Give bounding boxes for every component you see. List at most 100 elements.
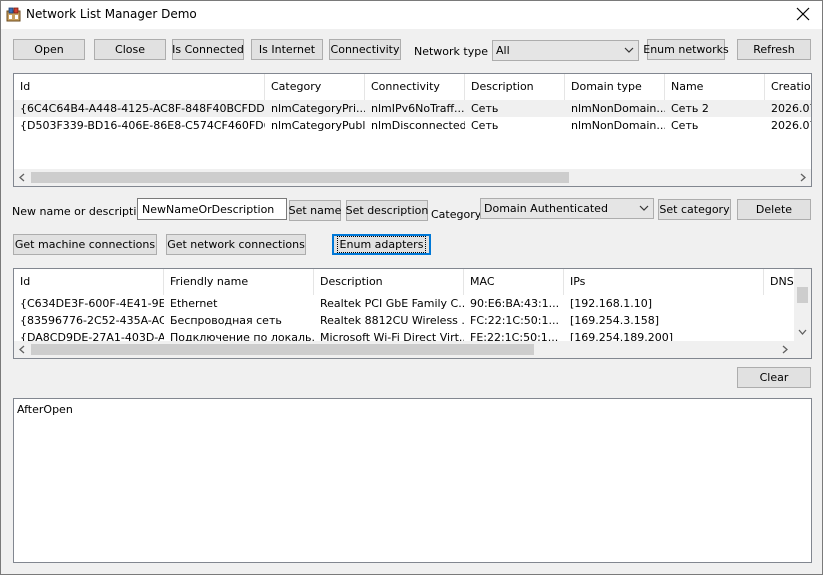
column-header[interactable]: Domain type [565,74,665,100]
set-name-button[interactable]: Set name [289,200,341,221]
open-button[interactable]: Open [13,39,85,60]
name-input-value: NewNameOrDescription [142,203,275,216]
column-header[interactable]: Category [265,74,365,100]
column-header[interactable]: IPs [564,269,764,295]
chevron-down-icon [624,47,634,53]
table-cell: {6C4C64B4-A448-4125-AC8F-848F40BCFDD2} [20,102,265,115]
column-header[interactable]: Creation [765,74,811,100]
table-cell: Сеть 2 [671,102,709,115]
table-cell: Realtek 8812CU Wireless ... [320,314,464,327]
close-window-icon[interactable] [792,3,814,25]
set-name-label: Set name [288,204,342,217]
table-row[interactable]: {83596776-2C52-435A-AC... Беспроводная с… [14,312,811,329]
column-header[interactable]: DNS [764,269,794,295]
networks-header: Id Category Connectivity Description Dom… [14,74,811,100]
delete-label: Delete [755,203,793,216]
category-select[interactable]: Domain Authenticated [480,198,654,219]
table-row[interactable]: {C634DE3F-600F-4E41-9E... Ethernet Realt… [14,295,811,312]
scroll-left-icon[interactable] [18,173,26,182]
table-cell: nlmNonDomain... [571,119,665,132]
delete-button[interactable]: Delete [737,199,811,220]
networks-listview[interactable]: Id Category Connectivity Description Dom… [13,73,812,187]
get-network-connections-button[interactable]: Get network connections [166,234,306,255]
is-internet-label: Is Internet [258,43,316,56]
table-row[interactable]: {D503F339-BD16-406E-86E8-C574CF460FD6} n… [14,117,811,134]
column-header[interactable]: Connectivity [365,74,465,100]
scroll-thumb[interactable] [31,172,569,183]
table-cell: {C634DE3F-600F-4E41-9E... [20,297,164,310]
column-header[interactable]: Description [465,74,565,100]
enum-networks-button[interactable]: Enum networks [643,39,729,60]
table-cell: nlmCategoryPublic [271,119,365,132]
enum-adapters-label: Enum adapters [336,236,427,253]
get-machine-connections-label: Get machine connections [14,238,156,251]
column-header[interactable]: Name [665,74,765,100]
enum-networks-label: Enum networks [643,43,729,56]
horizontal-scrollbar[interactable] [14,341,794,358]
network-type-value: All [496,44,510,57]
adapters-listview[interactable]: Id Friendly name Description MAC IPs DNS… [13,268,812,359]
open-button-label: Open [34,43,64,56]
category-label: Category [431,208,482,221]
category-value: Domain Authenticated [484,202,608,215]
set-description-button[interactable]: Set description [346,200,428,221]
table-cell: nlmDisconnected [371,119,465,132]
table-cell: Ethernet [170,297,218,310]
table-cell: 2026.07 [771,102,812,115]
table-cell: Сеть [471,102,499,115]
column-header[interactable]: MAC [464,269,564,295]
app-icon [6,7,21,22]
table-row[interactable]: {6C4C64B4-A448-4125-AC8F-848F40BCFDD2} n… [14,100,811,117]
connectivity-button[interactable]: Connectivity [329,39,401,60]
column-header[interactable]: Id [14,74,265,100]
refresh-label: Refresh [753,43,795,56]
scroll-thumb[interactable] [31,344,534,355]
table-cell: nlmIPv6NoTraff... [371,102,465,115]
main-window: Network List Manager Demo Open Close Is … [0,0,823,575]
clear-label: Clear [759,371,789,384]
is-internet-button[interactable]: Is Internet [251,39,323,60]
vertical-scrollbar[interactable] [794,269,811,341]
name-input[interactable]: NewNameOrDescription [137,198,287,220]
table-cell: {83596776-2C52-435A-AC... [20,314,164,327]
is-connected-button[interactable]: Is Connected [172,39,244,60]
get-network-connections-label: Get network connections [167,238,305,251]
network-type-select[interactable]: All [492,40,639,61]
table-cell: nlmCategoryPri... [271,102,365,115]
column-header[interactable]: Description [314,269,464,295]
chevron-down-icon [639,205,649,211]
set-category-label: Set category [659,203,730,216]
set-description-label: Set description [345,204,429,217]
table-cell: FC:22:1C:50:1... [470,314,559,327]
scroll-thumb[interactable] [797,287,808,303]
clear-button[interactable]: Clear [737,367,811,388]
close-button-label: Close [115,43,145,56]
table-cell: Realtek PCI GbE Family C... [320,297,464,310]
table-cell: [169.254.3.158] [570,314,660,327]
set-category-button[interactable]: Set category [658,199,731,220]
column-header[interactable]: Id [14,269,164,295]
scroll-left-icon[interactable] [18,345,26,354]
enum-adapters-button[interactable]: Enum adapters [332,234,431,255]
log-line: AfterOpen [17,403,73,416]
network-type-label: Network type [414,45,488,58]
is-connected-label: Is Connected [172,43,244,56]
scroll-right-icon[interactable] [799,173,807,182]
scroll-right-icon[interactable] [781,345,789,354]
table-cell: Сеть [471,119,499,132]
connectivity-label: Connectivity [330,43,400,56]
window-title: Network List Manager Demo [26,7,197,21]
table-cell: 90:E6:BA:43:1... [470,297,560,310]
get-machine-connections-button[interactable]: Get machine connections [13,234,157,255]
log-textarea[interactable]: AfterOpen [13,398,812,563]
horizontal-scrollbar[interactable] [14,169,811,186]
table-cell: {D503F339-BD16-406E-86E8-C574CF460FD6} [20,119,265,132]
column-header[interactable]: Friendly name [164,269,314,295]
scroll-down-icon[interactable] [798,328,807,336]
refresh-button[interactable]: Refresh [737,39,811,60]
table-cell: nlmNonDomain... [571,102,665,115]
table-cell: Беспроводная сеть [170,314,282,327]
table-cell: Сеть [671,119,699,132]
close-button[interactable]: Close [94,39,166,60]
adapters-header: Id Friendly name Description MAC IPs DNS [14,269,811,295]
